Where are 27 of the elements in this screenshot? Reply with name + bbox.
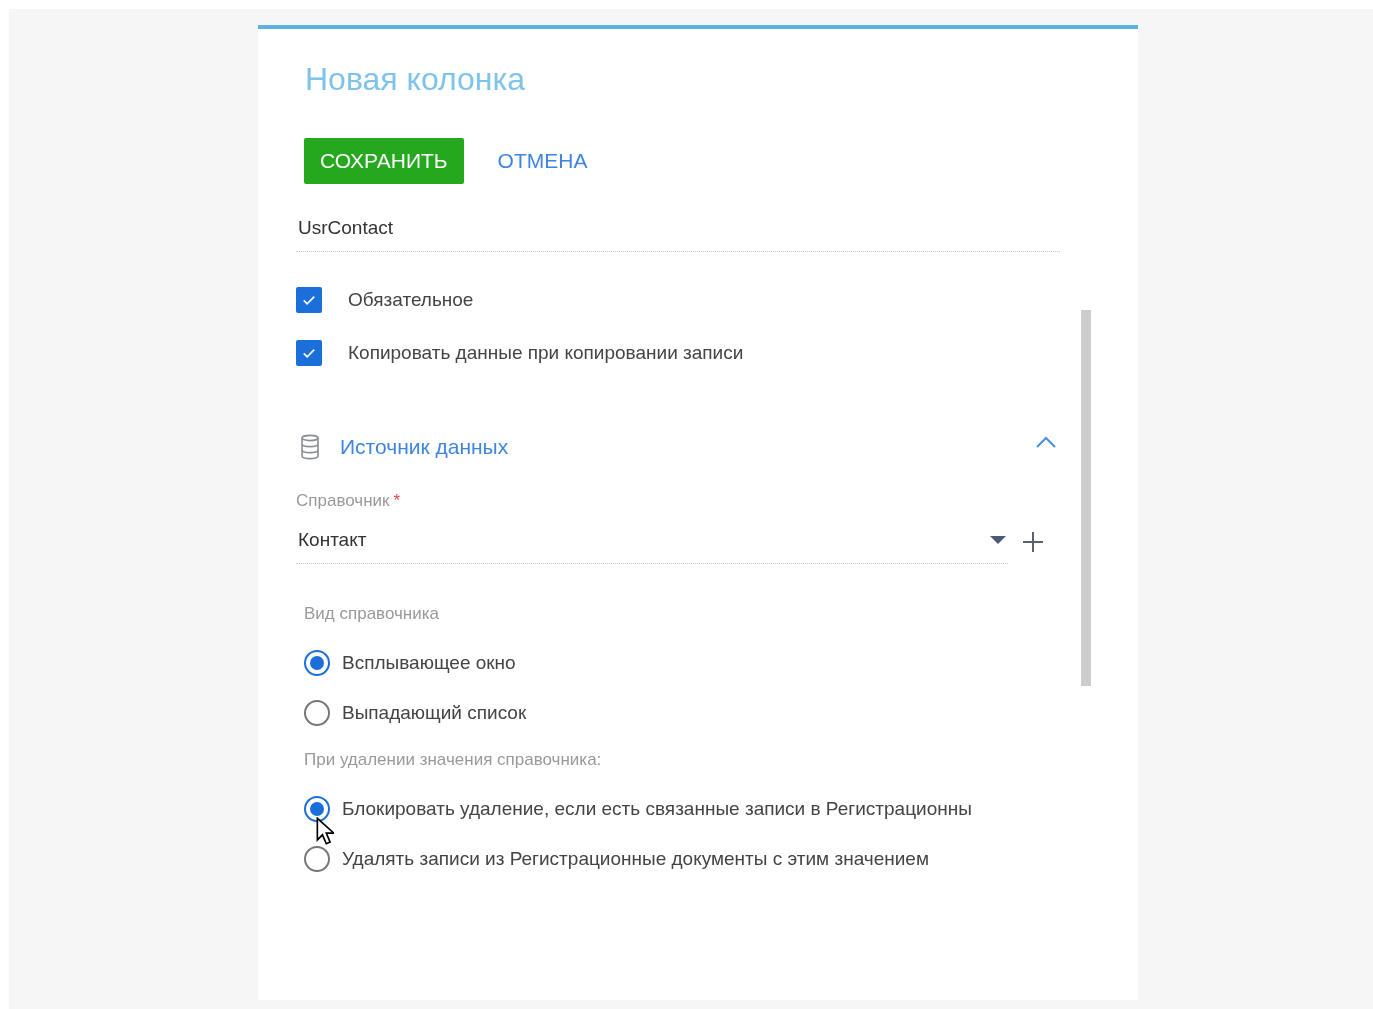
checkbox-label: Копировать данные при копировании записи [348, 342, 744, 364]
name-field[interactable]: UsrContact [296, 217, 1060, 252]
radio-button[interactable] [304, 650, 330, 676]
field-label: Справочник [296, 491, 390, 510]
database-icon [300, 434, 320, 460]
required-mark: * [393, 491, 401, 510]
caret-icon[interactable] [990, 535, 1006, 545]
save-button[interactable]: СОХРАНИТЬ [304, 138, 464, 184]
radio-label: Выпадающий список [342, 702, 527, 724]
cancel-button[interactable]: ОТМЕНА [481, 138, 604, 184]
checkbox[interactable] [296, 287, 322, 313]
radio-label: Всплывающее окно [342, 652, 516, 674]
lookup-field[interactable]: Контакт [296, 529, 1008, 564]
dialog-title: Новая колонка [305, 60, 526, 99]
radio-button[interactable] [304, 846, 330, 872]
scrollbar[interactable] [1081, 310, 1091, 686]
add-icon[interactable] [1022, 530, 1044, 553]
radio-label: Удалять записи из Регистрационные документы с этим значением [342, 848, 929, 870]
checkbox[interactable] [296, 340, 322, 366]
radio-button[interactable] [304, 700, 330, 726]
checkbox-label: Обязательное [348, 289, 474, 311]
collapse-icon[interactable] [1036, 436, 1056, 448]
section-title[interactable]: Источник данных [340, 435, 1036, 459]
cursor-icon [316, 817, 334, 845]
radio-label: Блокировать удаление, если есть связанные записи в Регистрационны [342, 798, 972, 820]
group-label: При удалении значения справочника: [304, 750, 603, 770]
group-label: Вид справочника [304, 604, 441, 624]
